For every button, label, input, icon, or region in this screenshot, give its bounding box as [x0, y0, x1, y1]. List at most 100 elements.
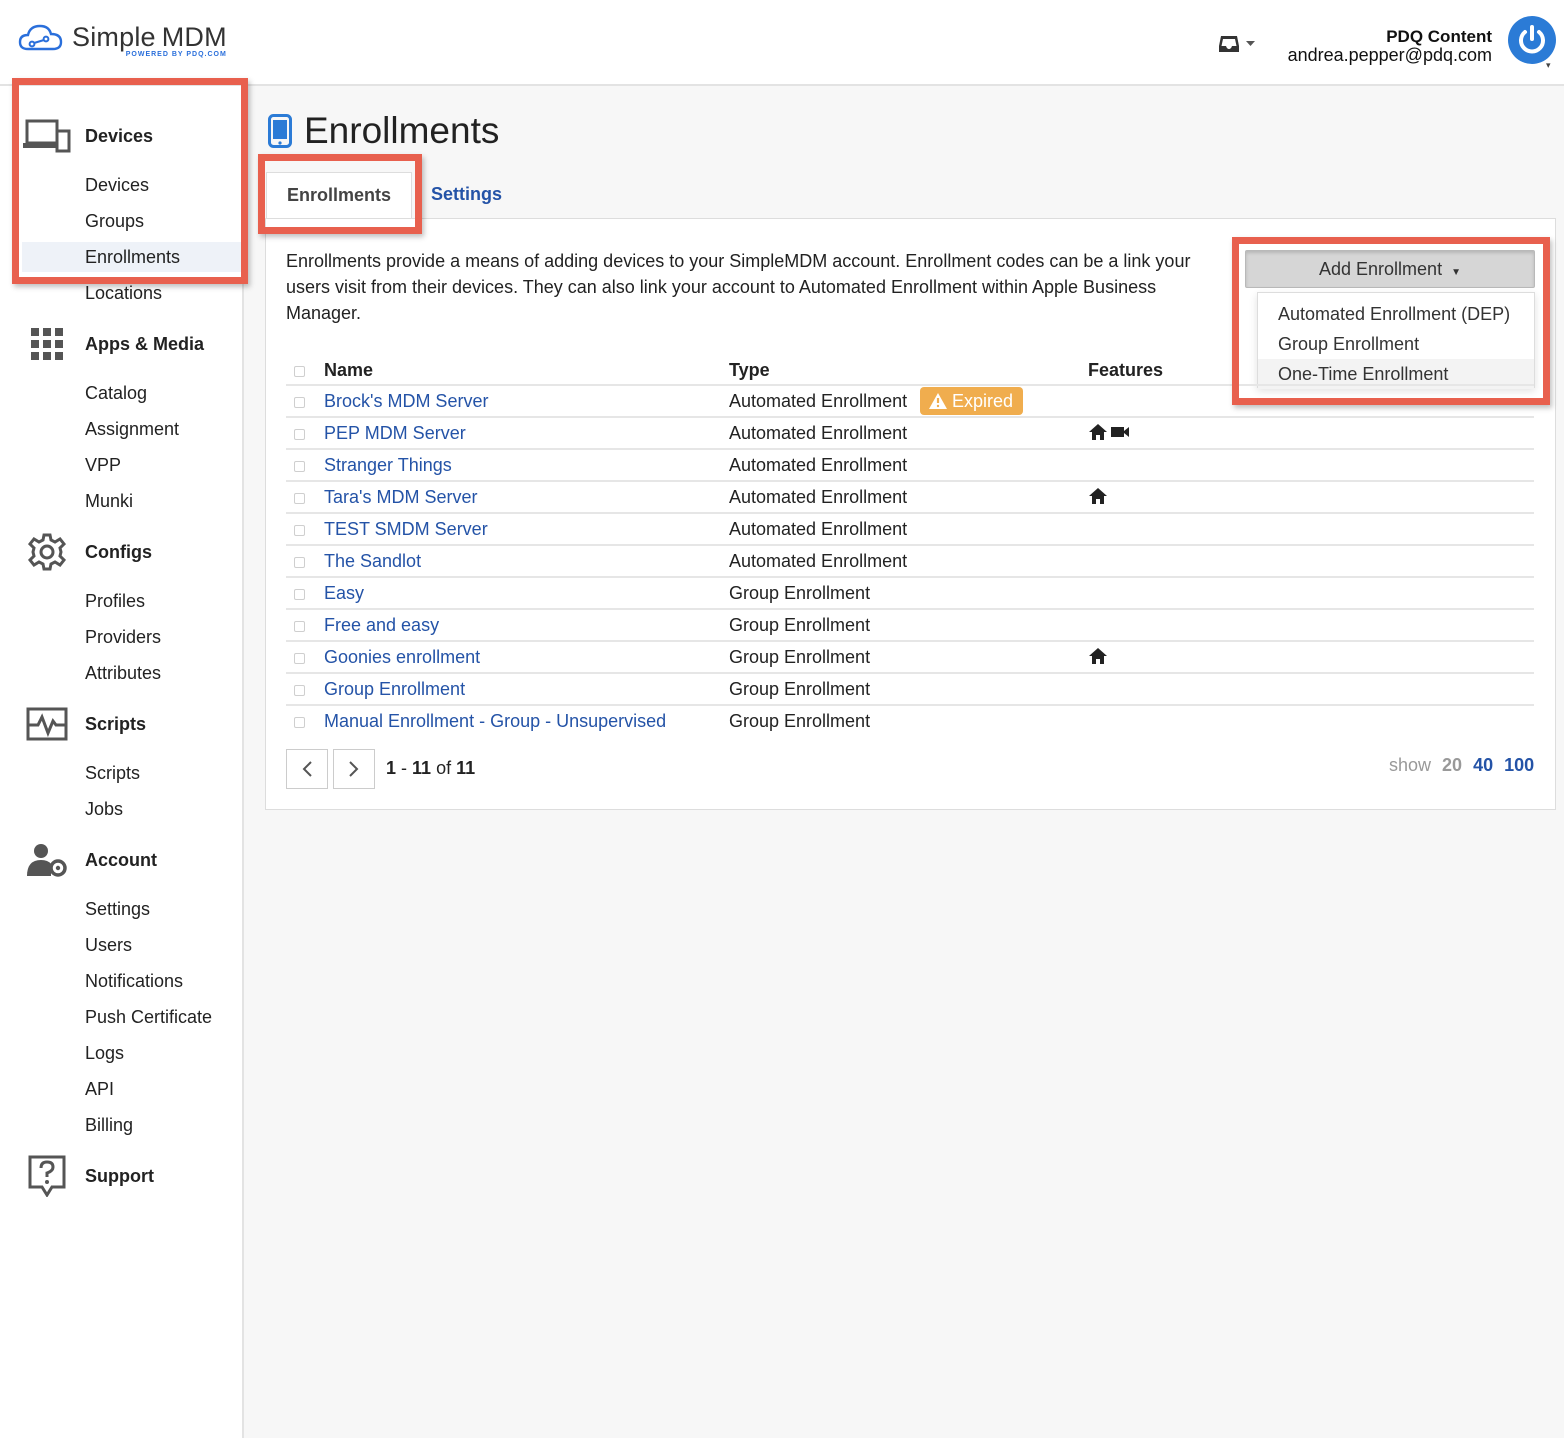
column-header-type[interactable]: Type — [729, 356, 770, 384]
pulse-icon — [0, 707, 85, 741]
sidebar-header-support[interactable]: Support — [0, 1155, 244, 1197]
table-row: TEST SMDM Server Automated Enrollment — [286, 513, 1534, 545]
next-page-button[interactable] — [333, 749, 375, 789]
grid-icon — [0, 327, 85, 361]
user-avatar[interactable] — [1508, 16, 1556, 64]
table-row: Manual Enrollment - Group - Unsupervised… — [286, 705, 1534, 737]
sidebar-item-profiles[interactable]: Profiles — [85, 586, 145, 616]
sidebar-item-assignment[interactable]: Assignment — [85, 414, 179, 444]
sidebar-item-munki[interactable]: Munki — [85, 486, 133, 516]
tab-enrollments[interactable]: Enrollments — [266, 172, 412, 218]
sidebar-item-api[interactable]: API — [85, 1074, 114, 1104]
row-checkbox[interactable] — [294, 653, 305, 664]
table-row: PEP MDM Server Automated Enrollment — [286, 417, 1534, 449]
table-row: Tara's MDM Server Automated Enrollment — [286, 481, 1534, 513]
sidebar-header-configs[interactable]: Configs — [0, 532, 244, 572]
page-size-selector: show 20 40 100 — [1389, 755, 1535, 775]
table-row: Free and easy Group Enrollment — [286, 609, 1534, 641]
table-row: Group Enrollment Group Enrollment — [286, 673, 1534, 705]
sidebar-item-jobs[interactable]: Jobs — [85, 794, 123, 824]
home-icon — [1089, 424, 1107, 440]
enrollment-name-link[interactable]: Group Enrollment — [324, 673, 465, 705]
sidebar-item-logs[interactable]: Logs — [85, 1038, 124, 1068]
row-checkbox[interactable] — [294, 685, 305, 696]
table-row: The Sandlot Automated Enrollment — [286, 545, 1534, 577]
sidebar-header-account[interactable]: Account — [0, 840, 244, 880]
sidebar-item-catalog[interactable]: Catalog — [85, 378, 147, 408]
enrollment-name-link[interactable]: Free and easy — [324, 609, 439, 641]
sidebar-section-support: Support — [0, 1155, 244, 1197]
inbox-menu[interactable] — [1218, 34, 1255, 54]
menu-item-group-enrollment[interactable]: Group Enrollment — [1258, 329, 1534, 359]
sidebar-item-push-certificate[interactable]: Push Certificate — [85, 1002, 212, 1032]
sidebar-section-configs: Configs — [0, 532, 244, 572]
row-checkbox[interactable] — [294, 589, 305, 600]
table-row: Goonies enrollment Group Enrollment — [286, 641, 1534, 673]
column-header-name[interactable]: Name — [324, 356, 373, 384]
gear-icon — [0, 532, 85, 572]
sidebar-item-enrollments[interactable]: Enrollments — [85, 242, 180, 272]
enrollment-name-link[interactable]: Tara's MDM Server — [324, 481, 477, 513]
add-enrollment-menu: Automated Enrollment (DEP) Group Enrollm… — [1257, 292, 1535, 389]
menu-item-automated-enrollment[interactable]: Automated Enrollment (DEP) — [1258, 299, 1534, 329]
enrollment-type: Automated Enrollment — [729, 487, 908, 507]
table-row: Brock's MDM Server Automated Enrollment … — [286, 385, 1534, 417]
user-info[interactable]: PDQ Content andrea.pepper@pdq.com — [1288, 28, 1492, 65]
sidebar-item-attributes[interactable]: Attributes — [85, 658, 161, 688]
enrollment-type: Automated Enrollment — [729, 391, 908, 411]
row-checkbox[interactable] — [294, 429, 305, 440]
sidebar-item-users[interactable]: Users — [85, 930, 132, 960]
page-size-40[interactable]: 40 — [1473, 755, 1493, 775]
page-size-100[interactable]: 100 — [1504, 755, 1534, 775]
pagination-summary: 1 - 11 of 11 — [386, 758, 476, 778]
enrollment-type: Group Enrollment — [729, 711, 871, 731]
sidebar-item-providers[interactable]: Providers — [85, 622, 161, 652]
sidebar-item-groups[interactable]: Groups — [85, 206, 144, 236]
add-enrollment-button[interactable]: Add Enrollment ▼ — [1245, 250, 1535, 288]
user-gear-icon — [0, 842, 85, 878]
sidebar-header-devices[interactable]: Devices — [0, 116, 244, 156]
select-all-checkbox[interactable] — [294, 366, 305, 377]
sidebar-item-devices[interactable]: Devices — [85, 170, 149, 200]
video-icon — [1111, 427, 1129, 437]
row-checkbox[interactable] — [294, 397, 305, 408]
avatar-caret-icon[interactable]: ▾ — [1546, 60, 1551, 71]
enrollment-name-link[interactable]: Goonies enrollment — [324, 641, 480, 673]
row-checkbox[interactable] — [294, 461, 305, 472]
sidebar-item-settings[interactable]: Settings — [85, 894, 150, 924]
page-description: Enrollments provide a means of adding de… — [286, 251, 1191, 323]
enrollment-name-link[interactable]: TEST SMDM Server — [324, 513, 488, 545]
sidebar-section-apps: Apps & Media — [0, 324, 244, 364]
row-checkbox[interactable] — [294, 493, 305, 504]
enrollment-type: Group Enrollment — [729, 615, 871, 635]
sidebar-item-locations[interactable]: Locations — [85, 278, 162, 308]
enrollment-name-link[interactable]: Manual Enrollment - Group - Unsupervised — [324, 705, 666, 737]
enrollment-name-link[interactable]: The Sandlot — [324, 545, 421, 577]
page-size-20[interactable]: 20 — [1442, 755, 1462, 775]
expired-badge: Expired — [920, 387, 1024, 415]
brand-name: Simple MDM — [72, 22, 227, 52]
page-title: Enrollments — [268, 110, 499, 152]
tab-settings[interactable]: Settings — [431, 172, 502, 218]
prev-page-button[interactable] — [286, 749, 328, 789]
inbox-icon — [1219, 36, 1239, 52]
sidebar-item-billing[interactable]: Billing — [85, 1110, 133, 1140]
sidebar-item-scripts[interactable]: Scripts — [85, 758, 140, 788]
sidebar-section-devices: Devices — [0, 116, 244, 156]
row-checkbox[interactable] — [294, 525, 305, 536]
enrollment-type: Group Enrollment — [729, 647, 871, 667]
sidebar-item-vpp[interactable]: VPP — [85, 450, 121, 480]
enrollment-name-link[interactable]: Easy — [324, 577, 364, 609]
sidebar-header-scripts[interactable]: Scripts — [0, 704, 244, 744]
sidebar-header-apps[interactable]: Apps & Media — [0, 324, 244, 364]
row-checkbox[interactable] — [294, 717, 305, 728]
row-checkbox[interactable] — [294, 621, 305, 632]
enrollment-name-link[interactable]: Brock's MDM Server — [324, 385, 488, 417]
row-checkbox[interactable] — [294, 557, 305, 568]
enrollment-name-link[interactable]: Stranger Things — [324, 449, 452, 481]
enrollment-type: Automated Enrollment — [729, 423, 908, 443]
enrollment-name-link[interactable]: PEP MDM Server — [324, 417, 466, 449]
sidebar-item-notifications[interactable]: Notifications — [85, 966, 183, 996]
table-row: Stranger Things Automated Enrollment — [286, 449, 1534, 481]
simplemdm-logo[interactable]: Simple MDM POWERED BY PDQ.COM — [18, 22, 227, 58]
